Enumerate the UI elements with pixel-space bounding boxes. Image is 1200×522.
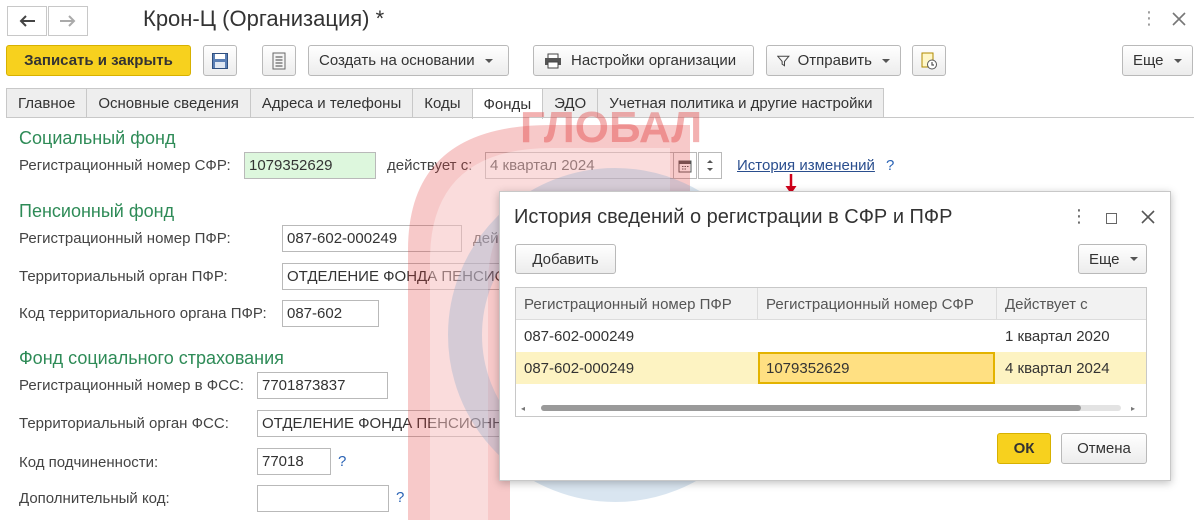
chevron-down-icon bbox=[484, 58, 493, 63]
fss-sub-field[interactable]: 77018 bbox=[257, 448, 331, 475]
fss-reg-label: Регистрационный номер в ФСС: bbox=[19, 377, 244, 394]
close-icon bbox=[1172, 12, 1186, 26]
dialog-close-button[interactable] bbox=[1141, 210, 1155, 228]
pfr-code-field[interactable]: 087-602 bbox=[282, 300, 379, 327]
tab-edo[interactable]: ЭДО bbox=[542, 88, 599, 118]
org-settings-label: Настройки организации bbox=[571, 52, 737, 69]
scrollbar-thumb[interactable] bbox=[541, 405, 1081, 411]
report-clock-icon bbox=[921, 52, 937, 69]
add-button[interactable]: Добавить bbox=[515, 244, 616, 274]
create-based-on-button[interactable]: Создать на основании bbox=[308, 45, 509, 76]
tab-divider bbox=[6, 117, 1194, 118]
calendar-icon bbox=[678, 160, 692, 172]
social-fund-heading: Социальный фонд bbox=[19, 128, 176, 148]
tab-codes[interactable]: Коды bbox=[412, 88, 473, 118]
help-icon[interactable]: ? bbox=[886, 157, 894, 174]
fss-org-field[interactable]: ОТДЕЛЕНИЕ ФОНДА ПЕНСИОННОГО bbox=[257, 410, 504, 437]
document-list-button[interactable] bbox=[262, 45, 296, 76]
save-button[interactable] bbox=[203, 45, 237, 76]
dialog-more-actions-icon[interactable]: ⋮ bbox=[1070, 206, 1088, 227]
sfr-reg-label: Регистрационный номер СФР: bbox=[19, 157, 231, 174]
printer-icon bbox=[545, 53, 561, 68]
more-actions-icon[interactable]: ⋮ bbox=[1140, 8, 1158, 29]
pension-fund-heading: Пенсионный фонд bbox=[19, 201, 175, 221]
sfr-valid-from-label: действует с: bbox=[387, 157, 473, 174]
fss-add-code-label: Дополнительный код: bbox=[19, 490, 170, 507]
sfr-reg-field[interactable]: 1079352629 bbox=[244, 152, 376, 179]
chevron-up-icon bbox=[707, 160, 713, 163]
fss-heading: Фонд социального страхования bbox=[19, 348, 284, 368]
table-row-selected[interactable]: 087-602-000249 1079352629 4 квартал 2024 bbox=[516, 352, 1146, 384]
arrow-right-icon bbox=[60, 15, 76, 27]
column-header-since[interactable]: Действует с bbox=[997, 288, 1146, 320]
ok-button[interactable]: ОК bbox=[997, 433, 1051, 464]
column-header-pfr[interactable]: Регистрационный номер ПФР bbox=[516, 288, 758, 320]
dialog-more-label: Еще bbox=[1089, 250, 1120, 268]
cell-pfr: 087-602-000249 bbox=[524, 327, 635, 345]
window-title: Крон-Ц (Организация) * bbox=[143, 6, 385, 31]
tab-main[interactable]: Главное bbox=[6, 88, 88, 118]
pfr-reg-label: Регистрационный номер ПФР: bbox=[19, 230, 231, 247]
chevron-down-icon bbox=[882, 58, 890, 63]
sfr-valid-from-field[interactable]: 4 квартал 2024 bbox=[485, 152, 695, 179]
send-label: Отправить bbox=[797, 52, 872, 69]
pfr-org-label: Территориальный орган ПФР: bbox=[19, 268, 228, 285]
horizontal-scrollbar[interactable]: ◂ ▸ bbox=[516, 400, 1146, 416]
registration-history-dialog: История сведений о регистрации в СФР и П… bbox=[499, 191, 1171, 481]
tab-basic-info[interactable]: Основные сведения bbox=[86, 88, 251, 118]
dialog-title: История сведений о регистрации в СФР и П… bbox=[514, 206, 953, 228]
cell-since: 1 квартал 2020 bbox=[1005, 327, 1110, 345]
scroll-left-icon[interactable]: ◂ bbox=[521, 404, 525, 413]
fss-add-code-field[interactable] bbox=[257, 485, 389, 512]
table-header: Регистрационный номер ПФР Регистрационны… bbox=[516, 288, 1146, 320]
help-icon[interactable]: ? bbox=[396, 489, 404, 506]
cancel-button[interactable]: Отмена bbox=[1061, 433, 1147, 464]
fss-reg-field[interactable]: 7701873837 bbox=[257, 372, 388, 399]
column-header-sfr[interactable]: Регистрационный номер СФР bbox=[758, 288, 997, 320]
chevron-down-icon bbox=[1173, 58, 1182, 63]
send-button[interactable]: Отправить bbox=[766, 45, 901, 76]
floppy-disk-icon bbox=[212, 52, 228, 69]
history-table: Регистрационный номер ПФР Регистрационны… bbox=[515, 287, 1147, 417]
arrow-left-icon bbox=[19, 15, 35, 27]
pfr-valid-from-label: дей bbox=[473, 230, 499, 247]
calendar-button[interactable] bbox=[673, 152, 697, 179]
back-button[interactable] bbox=[7, 6, 47, 36]
tab-funds[interactable]: Фонды bbox=[471, 88, 544, 119]
pfr-code-label: Код территориального органа ПФР: bbox=[19, 305, 267, 322]
pfr-reg-field[interactable]: 087-602-000249 bbox=[282, 225, 462, 252]
dialog-more-button[interactable]: Еще bbox=[1078, 244, 1147, 274]
close-icon bbox=[1141, 210, 1155, 224]
more-button[interactable]: Еще bbox=[1122, 45, 1193, 76]
pfr-org-field[interactable]: ОТДЕЛЕНИЕ ФОНДА ПЕНСИОННОГО bbox=[282, 263, 504, 290]
fss-org-label: Территориальный орган ФСС: bbox=[19, 415, 229, 432]
org-settings-button[interactable]: Настройки организации bbox=[533, 45, 754, 76]
forward-button[interactable] bbox=[48, 6, 88, 36]
table-row[interactable]: 087-602-000249 1 квартал 2020 bbox=[516, 320, 1146, 352]
fss-sub-label: Код подчиненности: bbox=[19, 454, 159, 471]
tab-bar: Главное Основные сведения Адреса и телеф… bbox=[6, 88, 885, 119]
document-icon bbox=[272, 52, 286, 69]
tab-accounting-policy[interactable]: Учетная политика и другие настройки bbox=[597, 88, 885, 118]
cell-since: 4 квартал 2024 bbox=[1005, 359, 1110, 377]
save-and-close-button[interactable]: Записать и закрыть bbox=[6, 45, 191, 76]
maximize-icon[interactable] bbox=[1106, 213, 1117, 224]
more-label: Еще bbox=[1133, 52, 1164, 69]
history-link[interactable]: История изменений bbox=[737, 157, 875, 174]
help-icon[interactable]: ? bbox=[338, 453, 346, 470]
close-window-button[interactable] bbox=[1172, 12, 1186, 30]
chevron-down-icon bbox=[707, 168, 713, 171]
filter-send-icon bbox=[777, 55, 790, 67]
tab-addresses[interactable]: Адреса и телефоны bbox=[249, 88, 414, 118]
cell-sfr-active[interactable]: 1079352629 bbox=[758, 352, 995, 384]
cell-sfr bbox=[758, 320, 997, 352]
report-button[interactable] bbox=[912, 45, 946, 76]
create-based-on-label: Создать на основании bbox=[319, 52, 475, 69]
quarter-stepper[interactable] bbox=[698, 152, 722, 179]
chevron-down-icon bbox=[1129, 257, 1138, 261]
scroll-right-icon[interactable]: ▸ bbox=[1131, 404, 1135, 413]
cell-pfr: 087-602-000249 bbox=[524, 359, 635, 377]
